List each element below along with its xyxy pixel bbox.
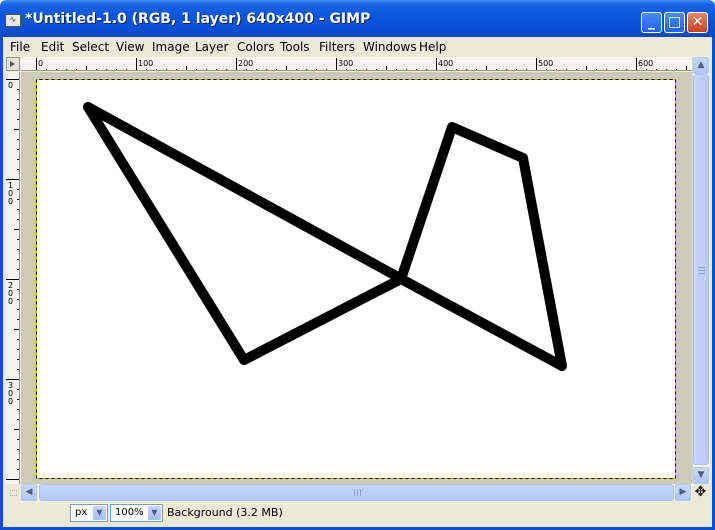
ruler-label: 100 xyxy=(138,59,153,68)
scroll-right-button[interactable]: ▶ xyxy=(675,484,691,501)
horizontal-ruler[interactable]: 0 100 200 300 400 500 600 xyxy=(21,57,692,71)
thumb-grip xyxy=(698,273,705,274)
ruler-label: 400 xyxy=(438,59,453,68)
menu-layer[interactable]: Layer xyxy=(195,40,228,54)
ruler-label: 500 xyxy=(538,59,553,68)
menu-select[interactable]: Select xyxy=(72,40,109,54)
menu-tools[interactable]: Tools xyxy=(280,40,310,54)
menu-bar: File Edit Select View Image Layer Colors… xyxy=(3,37,712,57)
thumb-grip xyxy=(698,270,705,271)
zoom-value: 100% xyxy=(115,507,144,518)
scroll-left-button[interactable]: ◀ xyxy=(21,484,37,501)
ruler-label: 300 xyxy=(338,59,353,68)
unit-value: px xyxy=(75,507,88,518)
horizontal-scrollbar[interactable]: ◀ ▶ xyxy=(21,484,692,501)
canvas-area[interactable] xyxy=(21,72,692,484)
menu-filters[interactable]: Filters xyxy=(319,40,355,54)
chevron-down-icon[interactable]: ▼ xyxy=(93,506,106,520)
ruler-label: 0 xyxy=(38,59,43,68)
thumb-grip xyxy=(354,489,355,496)
status-message: Background (3.2 MB) xyxy=(167,506,283,519)
menu-colors[interactable]: Colors xyxy=(237,40,275,54)
unit-selector[interactable]: px ▼ xyxy=(70,504,108,522)
thumb-grip xyxy=(698,267,705,268)
title-bar[interactable]: ∿ *Untitled-1.0 (RGB, 1 layer) 640x400 -… xyxy=(0,0,715,37)
ruler-label-digit: 0 xyxy=(8,297,13,306)
ruler-label-digit: 0 xyxy=(8,197,13,206)
horizontal-scroll-thumb[interactable] xyxy=(39,484,674,501)
zoom-selector[interactable]: 100% ▼ xyxy=(110,504,163,522)
navigate-icon[interactable]: ✥ xyxy=(692,484,709,501)
scroll-up-button[interactable]: ▲ xyxy=(693,57,709,74)
menu-image[interactable]: Image xyxy=(152,40,190,54)
menu-view[interactable]: View xyxy=(116,40,144,54)
thumb-grip xyxy=(357,489,358,496)
menu-help[interactable]: Help xyxy=(419,40,446,54)
vertical-ruler-ticks: 0100200300 xyxy=(6,79,19,480)
close-button[interactable]: ✕ xyxy=(687,12,708,33)
image-background xyxy=(36,79,676,479)
ruler-label: 200 xyxy=(238,59,253,68)
scroll-down-button[interactable]: ▼ xyxy=(693,467,709,484)
quick-mask-toggle[interactable]: ⬚ xyxy=(6,484,21,501)
ruler-label: 600 xyxy=(638,59,653,68)
menu-file[interactable]: File xyxy=(10,40,30,54)
window-title: *Untitled-1.0 (RGB, 1 layer) 640x400 - G… xyxy=(25,11,371,27)
vertical-scroll-thumb[interactable] xyxy=(693,74,709,465)
menu-windows[interactable]: Windows xyxy=(363,40,417,54)
vertical-ruler[interactable]: 0100200300 xyxy=(6,72,20,484)
ruler-label-digit: 0 xyxy=(8,81,13,90)
menu-edit[interactable]: Edit xyxy=(41,40,64,54)
image-canvas[interactable] xyxy=(21,72,692,484)
horizontal-scroll-row: ⬚ ◀ ▶ ✥ xyxy=(3,484,712,501)
image-window: File Edit Select View Image Layer Colors… xyxy=(0,37,715,530)
minimize-button[interactable]: _ xyxy=(641,12,662,33)
ruler-label-digit: 0 xyxy=(8,397,13,406)
gimp-icon[interactable]: ∿ xyxy=(5,14,21,27)
chevron-down-icon[interactable]: ▼ xyxy=(148,506,161,520)
status-bar: px ▼ 100% ▼ Background (3.2 MB) xyxy=(3,501,712,527)
maximize-button[interactable]: □ xyxy=(664,12,685,33)
vertical-scrollbar[interactable]: ▲ ▼ xyxy=(692,57,709,484)
horizontal-ruler-ticks: 0 100 200 300 400 500 600 xyxy=(36,58,687,70)
image-menu-button[interactable] xyxy=(6,57,20,71)
thumb-grip xyxy=(360,489,361,496)
